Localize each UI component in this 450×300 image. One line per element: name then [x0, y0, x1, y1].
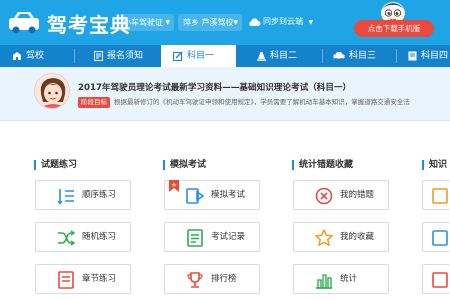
car-logo-icon	[9, 12, 39, 34]
my-favorites-button[interactable]: 我的收藏	[293, 222, 389, 252]
leaderboard-button[interactable]: 排行榜	[164, 264, 260, 294]
record-icon	[187, 229, 203, 247]
shuffle-icon	[58, 230, 76, 246]
play-exam-icon	[186, 188, 205, 204]
banner-title: 2017年驾驶员理论考试最新学习资料——基础知识理论考试（科目一）	[78, 83, 352, 93]
download-mobile-button[interactable]: 点击下载手机版	[354, 20, 434, 37]
chevron-down-icon: ▼	[233, 19, 238, 26]
region-value: 萍乡 芦溪驾校	[183, 18, 234, 27]
card-label: 模拟考试	[211, 190, 246, 200]
section-heading-practice: 试题练习	[34, 160, 77, 170]
top-bar: 驾考宝典 小车驾驶证 ▼ 萍乡 芦溪驾校 ▼ 同步到云端 ▼ 点击下载手机版	[0, 0, 450, 45]
tab-driving-school[interactable]: 驾校	[12, 45, 64, 67]
bookmark-ribbon-icon	[169, 180, 179, 192]
card-label: 考试记录	[211, 232, 246, 242]
sync-label: 同步到云端	[263, 17, 303, 26]
banner-description: 根据最新修订的《机动车驾驶证申领和使用规定》，学员需要了解机动车基本知识，掌握道…	[114, 98, 410, 106]
cloud-icon	[249, 18, 261, 26]
knowledge-card-2[interactable]	[422, 222, 450, 252]
knowledge-icon	[432, 230, 448, 246]
tab-subject-three[interactable]: 科目三	[333, 45, 391, 67]
chevron-down-icon: ▼	[308, 19, 314, 26]
tab-label: 报名须知	[107, 51, 144, 61]
trophy-icon	[187, 272, 203, 288]
document-icon	[94, 50, 103, 61]
sync-cloud-button[interactable]: 同步到云端 ▼	[248, 13, 313, 32]
tab-divider	[396, 49, 397, 63]
tab-label: 科目二	[270, 51, 298, 61]
goal-badge: 阶段目标	[78, 97, 110, 108]
cone-icon	[257, 51, 266, 61]
tab-divider	[322, 49, 323, 63]
stats-icon	[316, 274, 332, 289]
chevron-down-icon: ▼	[165, 19, 170, 26]
knowledge-icon	[432, 188, 448, 204]
tab-subject-four[interactable]: 科目四	[408, 45, 450, 67]
tab-label: 驾校	[26, 51, 45, 61]
chapter-practice-button[interactable]: 章节练习	[35, 264, 131, 294]
file-icon	[408, 51, 417, 60]
knowledge-card-3[interactable]	[422, 264, 450, 294]
car-icon	[333, 52, 345, 60]
school-icon	[13, 51, 21, 60]
license-type-value: 小车驾驶证	[123, 18, 163, 27]
tab-divider	[74, 49, 75, 63]
region-select[interactable]: 萍乡 芦溪驾校 ▼	[178, 14, 242, 31]
main-nav: 驾校 报名须知 科目一 科目二 科目三 科目四	[0, 45, 450, 67]
knowledge-card-1[interactable]	[422, 180, 450, 210]
chapter-icon	[58, 271, 74, 289]
card-label: 随机练习	[82, 232, 117, 242]
card-label: 顺序练习	[82, 190, 117, 200]
wrong-icon	[315, 187, 333, 205]
card-label: 排行榜	[211, 274, 237, 284]
tab-label: 科目三	[349, 51, 377, 61]
edit-icon	[173, 51, 183, 61]
tab-label: 科目四	[421, 51, 449, 61]
mock-exam-button[interactable]: 模拟考试	[164, 180, 260, 210]
card-label: 章节练习	[82, 274, 117, 284]
tab-subject-one[interactable]: 科目一	[161, 45, 236, 67]
star-icon	[315, 229, 333, 246]
tab-label: 科目一	[187, 51, 215, 61]
tab-subject-two[interactable]: 科目二	[257, 45, 315, 67]
card-label: 我的错题	[340, 190, 375, 200]
card-label: 统计	[340, 274, 358, 284]
section-heading-knowledge: 知识	[422, 160, 447, 170]
license-type-select[interactable]: 小车驾驶证 ▼	[118, 14, 174, 31]
list-icon	[57, 189, 74, 205]
sequential-practice-button[interactable]: 顺序练习	[35, 180, 131, 210]
statistics-button[interactable]: 统计	[293, 264, 389, 294]
section-heading-stats: 统计错题收藏	[292, 160, 353, 170]
random-practice-button[interactable]: 随机练习	[35, 222, 131, 252]
my-wrong-answers-button[interactable]: 我的错题	[293, 180, 389, 210]
section-heading-mock-exam: 模拟考试	[163, 160, 206, 170]
avatar	[34, 73, 70, 109]
knowledge-icon	[432, 272, 448, 288]
tab-registration-notes[interactable]: 报名须知	[94, 45, 158, 67]
card-label: 我的收藏	[340, 232, 375, 242]
exam-records-button[interactable]: 考试记录	[164, 222, 260, 252]
girl-avatar-icon	[35, 74, 69, 108]
intro-banner: 2017年驾驶员理论考试最新学习资料——基础知识理论考试（科目一） 阶段目标 根…	[0, 67, 450, 121]
